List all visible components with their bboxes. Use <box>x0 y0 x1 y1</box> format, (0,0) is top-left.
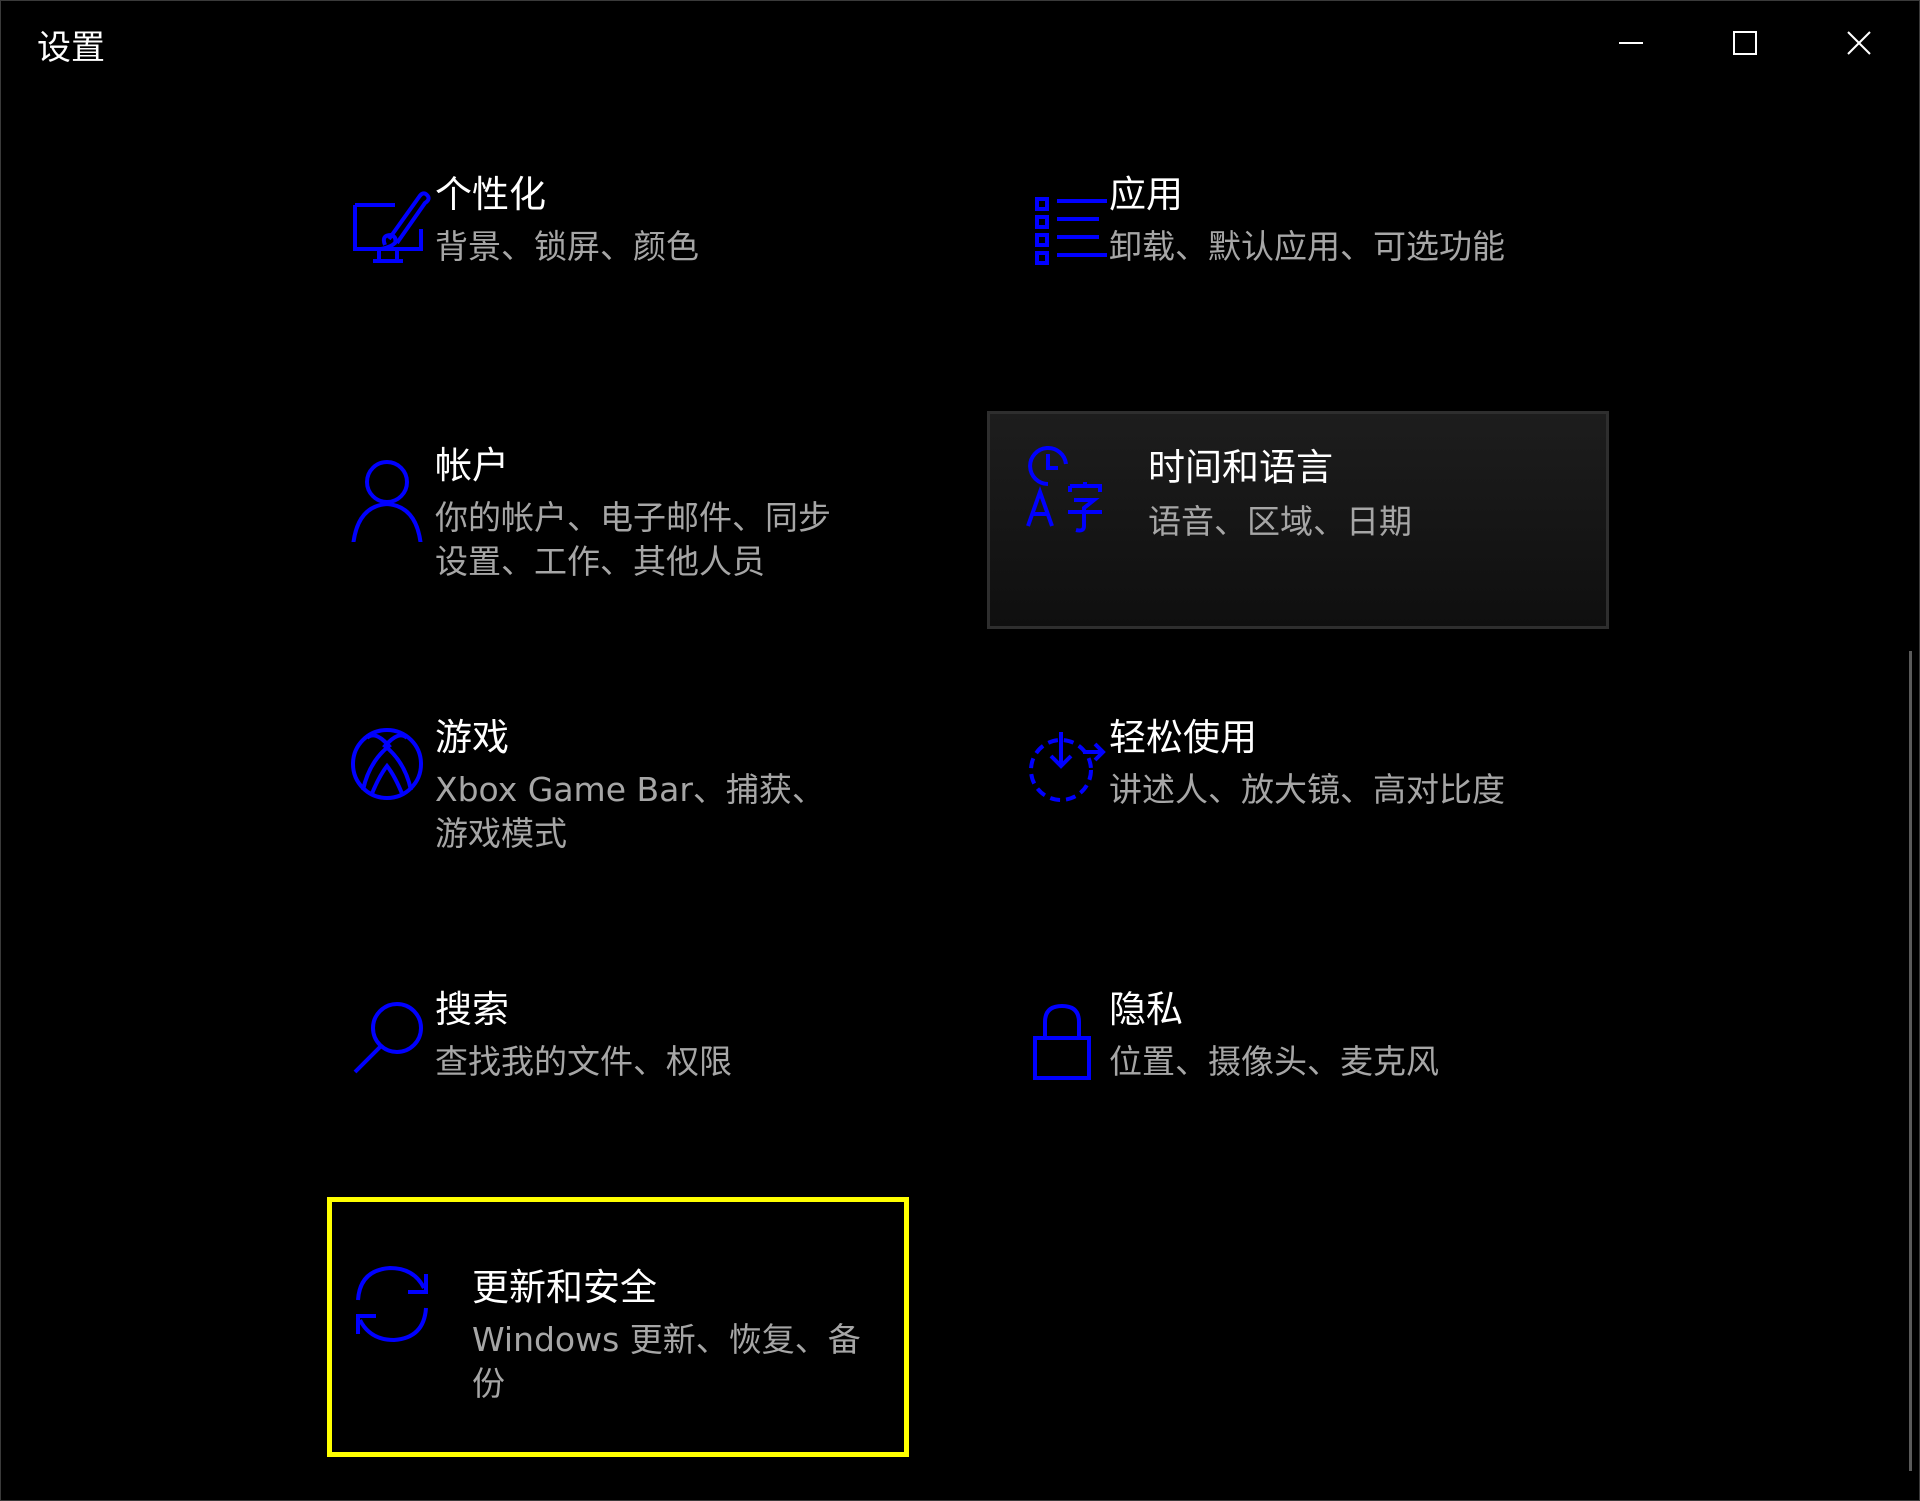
maximize-button[interactable] <box>1689 5 1801 81</box>
tile-search[interactable]: 搜索 查找我的文件、权限 <box>289 976 909 1190</box>
tile-personalization[interactable]: 个性化 背景、锁屏、颜色 <box>289 161 909 375</box>
lock-icon <box>1023 998 1111 1086</box>
tile-description: 卸载、默认应用、可选功能 <box>1109 227 1505 266</box>
tile-description: 语音、区域、日期 <box>1148 502 1412 541</box>
tile-gaming[interactable]: 游戏 Xbox Game Bar、捕获、游戏模式 <box>289 704 909 918</box>
minimize-icon <box>1619 42 1643 44</box>
tile-description: Xbox Game Bar、捕获、游戏模式 <box>435 770 825 853</box>
apps-icon <box>1023 183 1111 271</box>
personalization-icon <box>349 183 437 271</box>
sync-icon <box>350 1260 438 1348</box>
accounts-icon <box>349 454 437 542</box>
search-icon <box>349 998 437 1086</box>
tile-description: 位置、摄像头、麦克风 <box>1109 1042 1439 1081</box>
ease-of-access-icon <box>1023 726 1111 814</box>
tile-time-language[interactable]: 时间和语言 语音、区域、日期 <box>987 411 1609 629</box>
tile-title: 隐私 <box>1109 988 1183 1031</box>
window-title: 设置 <box>37 28 105 68</box>
tile-title: 更新和安全 <box>472 1266 657 1309</box>
tile-accounts[interactable]: 帐户 你的帐户、电子邮件、同步设置、工作、其他人员 <box>289 432 909 646</box>
xbox-icon <box>349 726 437 814</box>
tile-title: 个性化 <box>435 173 546 216</box>
maximize-icon <box>1733 31 1757 55</box>
tile-ease-of-access[interactable]: 轻松使用 讲述人、放大镜、高对比度 <box>963 704 1583 918</box>
settings-window: 设置 个性化 背景、锁屏、颜色 应用 卸载、默认应用、可选功能 帐户 你的帐户、… <box>0 0 1920 1501</box>
tile-title: 帐户 <box>435 444 509 487</box>
tile-title: 游戏 <box>435 716 509 759</box>
close-icon <box>1847 31 1871 55</box>
tile-description: 查找我的文件、权限 <box>435 1042 732 1081</box>
tile-title: 搜索 <box>435 988 509 1031</box>
title-bar[interactable]: 设置 <box>1 1 1920 93</box>
tile-description: Windows 更新、恢复、备份 <box>472 1320 861 1403</box>
minimize-button[interactable] <box>1575 5 1687 81</box>
tile-update-security[interactable]: 更新和安全 Windows 更新、恢复、备份 <box>327 1197 909 1457</box>
tile-title: 应用 <box>1109 173 1183 216</box>
vertical-scrollbar[interactable] <box>1909 651 1912 1471</box>
tile-description: 讲述人、放大镜、高对比度 <box>1109 770 1505 809</box>
tile-description: 你的帐户、电子邮件、同步设置、工作、其他人员 <box>435 498 831 581</box>
time-language-icon <box>1024 446 1112 534</box>
tile-privacy[interactable]: 隐私 位置、摄像头、麦克风 <box>963 976 1583 1190</box>
tile-apps[interactable]: 应用 卸载、默认应用、可选功能 <box>963 161 1583 375</box>
tile-title: 轻松使用 <box>1109 716 1257 759</box>
tile-description: 背景、锁屏、颜色 <box>435 227 699 266</box>
close-button[interactable] <box>1803 5 1915 81</box>
tile-title: 时间和语言 <box>1148 446 1333 489</box>
